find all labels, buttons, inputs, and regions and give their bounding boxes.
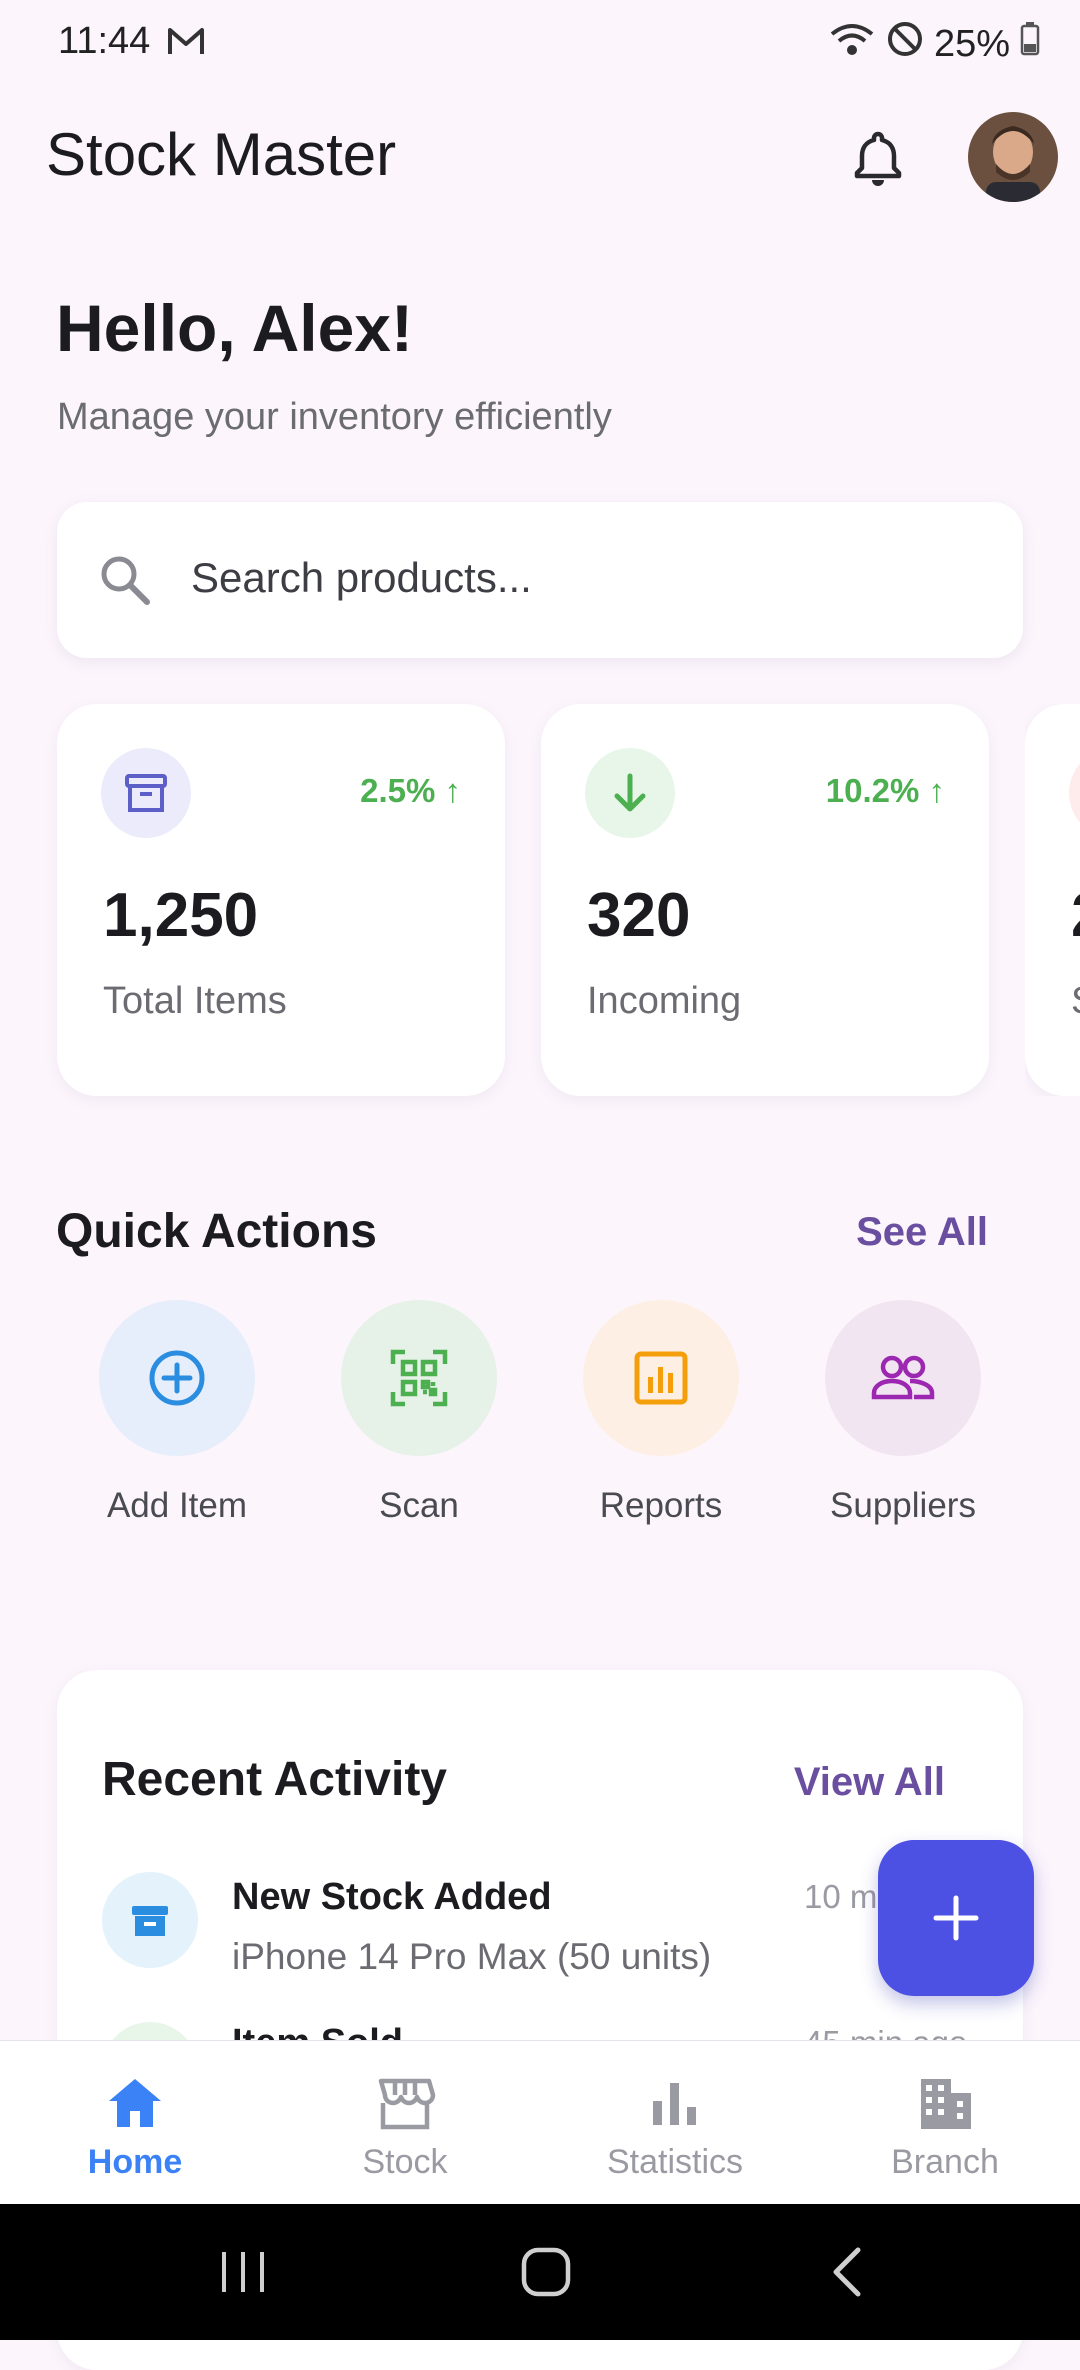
qr-scan-icon: [341, 1300, 497, 1456]
stat-label: S: [1071, 980, 1080, 1023]
nav-label: Home: [87, 2143, 183, 2181]
nav-stock[interactable]: Stock: [270, 2041, 540, 2205]
see-all-link[interactable]: See All: [856, 1210, 988, 1255]
stat-card-outgoing[interactable]: 2 S: [1025, 704, 1080, 1096]
activity-row[interactable]: New Stock Added iPhone 14 Pro Max (50 un…: [102, 1872, 982, 1992]
home-system-icon[interactable]: [518, 2242, 574, 2307]
home-icon: [109, 2079, 161, 2127]
nav-statistics[interactable]: Statistics: [540, 2041, 810, 2205]
stat-card-total-items[interactable]: 2.5% ↑ 1,250 Total Items: [57, 704, 505, 1096]
arrow-down-icon: [585, 748, 675, 838]
stat-label: Incoming: [587, 980, 742, 1022]
stat-value: 2: [1071, 880, 1080, 951]
search-placeholder: Search products...: [191, 554, 532, 601]
nav-label: Branch: [891, 2143, 999, 2181]
outgoing-icon: [1069, 748, 1080, 838]
back-icon[interactable]: [826, 2244, 870, 2305]
wifi-icon: [828, 20, 876, 68]
stat-change: 10.2% ↑: [825, 772, 945, 809]
quick-action-label: Add Item: [106, 1486, 248, 1525]
notification-bell-icon[interactable]: [848, 128, 908, 188]
activity-title: New Stock Added: [232, 1876, 552, 1918]
nav-home[interactable]: Home: [0, 2041, 270, 2205]
store-icon: [378, 2078, 436, 2130]
search-input[interactable]: Search products...: [57, 502, 1023, 658]
battery-icon: [1020, 22, 1040, 66]
view-all-link[interactable]: View All: [794, 1760, 945, 1805]
quick-action-label: Suppliers: [830, 1486, 976, 1525]
activity-time: 10 m: [804, 1878, 878, 1915]
recent-apps-icon[interactable]: [218, 2244, 268, 2305]
quick-actions-title: Quick Actions: [56, 1205, 377, 1258]
archive-icon: [101, 748, 191, 838]
greeting-subtitle: Manage your inventory efficiently: [57, 396, 612, 438]
stat-card-incoming[interactable]: 10.2% ↑ 320 Incoming: [541, 704, 989, 1096]
bar-chart-icon: [583, 1300, 739, 1456]
quick-action-label: Scan: [379, 1486, 459, 1525]
recent-activity-title: Recent Activity: [102, 1753, 447, 1806]
quick-action-add-item[interactable]: Add Item: [77, 1300, 277, 1526]
activity-subtitle: iPhone 14 Pro Max (50 units): [232, 1936, 712, 1977]
nav-label: Statistics: [606, 2143, 744, 2181]
bar-chart-icon: [653, 2083, 696, 2125]
app-title: Stock Master: [46, 121, 397, 188]
stat-value: 320: [587, 881, 691, 950]
archive-icon: [102, 1872, 198, 1968]
avatar[interactable]: [968, 112, 1058, 202]
stat-card-partial-clip: 2 S: [1025, 704, 1080, 1096]
nav-branch[interactable]: Branch: [810, 2041, 1080, 2205]
plus-icon: [933, 1895, 979, 1941]
system-nav-bar: [0, 2204, 1080, 2340]
stat-label: Total Items: [103, 980, 287, 1022]
quick-action-suppliers[interactable]: Suppliers: [803, 1300, 1003, 1526]
nav-label: Stock: [362, 2143, 448, 2181]
group-icon: [825, 1300, 981, 1456]
status-right: 25%: [828, 20, 1040, 68]
stat-value: 1,250: [103, 881, 259, 950]
quick-action-label: Reports: [599, 1486, 723, 1525]
bottom-nav: Home Stock Statistics Branch: [0, 2040, 1080, 2205]
do-not-disturb-icon: [886, 20, 924, 68]
building-icon: [921, 2079, 971, 2129]
stat-change: 2.5% ↑: [360, 772, 461, 809]
add-circle-icon: [99, 1300, 255, 1456]
add-fab-button[interactable]: [878, 1840, 1034, 1996]
quick-action-reports[interactable]: Reports: [561, 1300, 761, 1526]
status-time: 11:44: [58, 20, 151, 62]
battery-level: 25%: [933, 22, 1010, 65]
quick-action-scan[interactable]: Scan: [319, 1300, 519, 1526]
gmail-icon: [166, 24, 206, 63]
search-icon: [97, 552, 153, 608]
greeting-title: Hello, Alex!: [56, 291, 413, 365]
